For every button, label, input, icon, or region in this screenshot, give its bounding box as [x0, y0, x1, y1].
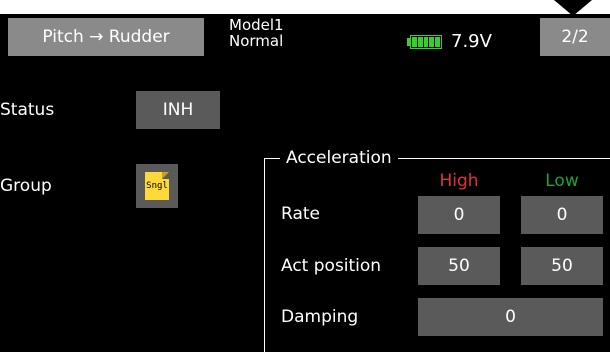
- screen: Pitch → Rudder Model1 Normal 7.9V 2/2 St…: [0, 14, 610, 358]
- battery-voltage: 7.9V: [451, 31, 492, 52]
- battery-icon: [407, 34, 445, 50]
- low-column-label: Low: [545, 171, 579, 191]
- page-button[interactable]: 2/2: [540, 18, 610, 56]
- page-indicator-arrow-icon: [554, 0, 592, 16]
- rate-low-button[interactable]: 0: [521, 196, 603, 234]
- model-name: Model1: [229, 16, 284, 34]
- damping-value: 0: [505, 307, 516, 327]
- act-position-label: Act position: [281, 256, 382, 276]
- status-button[interactable]: INH: [136, 91, 220, 129]
- act-position-low-button[interactable]: 50: [521, 247, 603, 285]
- rate-high-button[interactable]: 0: [418, 196, 500, 234]
- damping-button[interactable]: 0: [418, 298, 603, 336]
- function-title-button[interactable]: Pitch → Rudder: [8, 18, 204, 56]
- single-group-icon: Sngl: [145, 172, 169, 200]
- status-value: INH: [162, 100, 194, 120]
- condition-name: Normal: [229, 32, 284, 50]
- acceleration-title: Acceleration: [280, 148, 398, 168]
- act-position-low-value: 50: [551, 256, 573, 276]
- function-title-label: Pitch → Rudder: [42, 27, 170, 47]
- act-position-high-button[interactable]: 50: [418, 247, 500, 285]
- page-number: 2/2: [561, 27, 589, 47]
- high-column-label: High: [439, 171, 479, 191]
- group-label: Group: [0, 176, 52, 196]
- status-label: Status: [0, 100, 55, 120]
- act-position-high-value: 50: [448, 256, 470, 276]
- rate-low-value: 0: [556, 205, 568, 225]
- group-button[interactable]: Sngl: [136, 164, 178, 208]
- damping-label: Damping: [281, 307, 359, 327]
- rate-label: Rate: [281, 204, 320, 224]
- model-info: Model1 Normal 7.9V: [217, 18, 537, 56]
- group-icon-text: Sngl: [146, 181, 168, 191]
- rate-high-value: 0: [453, 205, 465, 225]
